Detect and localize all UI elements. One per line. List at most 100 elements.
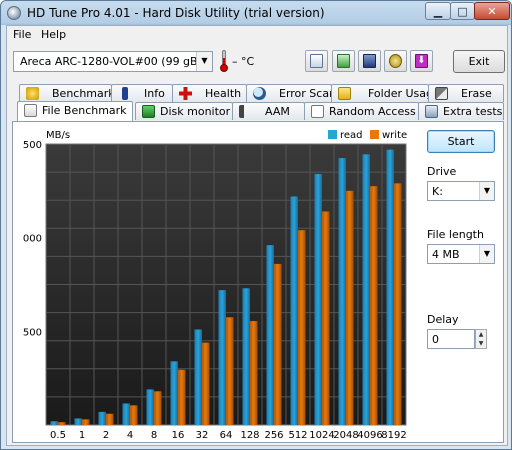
tab-disk-monitor[interactable]: Disk monitor: [135, 102, 233, 120]
copy-screenshot-button[interactable]: [332, 50, 355, 72]
bar-read: [98, 411, 106, 425]
bar-write: [58, 422, 66, 425]
client-area: File Help Areca ARC-1280-VOL#00 (99 gB) …: [6, 25, 508, 446]
bar-write: [274, 263, 282, 425]
benchmark-chart: 500 000 500 MB/s read write 0.5 1 2 4 8 16 32 64 128 25…: [23, 130, 407, 441]
y-axis-label: MB/s: [46, 130, 70, 141]
drive-label: Drive: [427, 165, 457, 178]
bar-read: [242, 288, 250, 425]
health-cross-icon: [179, 87, 192, 100]
tab-extra-tests[interactable]: Extra tests: [418, 102, 504, 120]
bar-write: [370, 186, 378, 425]
menu-file[interactable]: File: [13, 28, 31, 41]
drive-combo[interactable]: K: ▼: [427, 181, 495, 201]
bar-write: [106, 413, 114, 425]
x-tick-label: 4096: [357, 430, 382, 441]
legend-swatch-write: [370, 130, 379, 139]
tab-erase[interactable]: Erase: [428, 84, 504, 102]
file-benchmark-icon: [24, 104, 37, 117]
bar-read: [170, 361, 178, 425]
bar-write: [226, 317, 234, 425]
menu-bar: File Help: [7, 26, 507, 45]
bar-write: [394, 183, 402, 425]
bar-write: [202, 342, 210, 425]
title-bar[interactable]: HD Tune Pro 4.01 - Hard Disk Utility (tr…: [1, 1, 511, 25]
bar-read: [146, 389, 154, 425]
magnifier-icon: [253, 87, 266, 100]
file-length-combo[interactable]: 4 MB ▼: [427, 244, 495, 264]
minimize-button[interactable]: ▁: [425, 2, 451, 20]
file-length-label: File length: [427, 228, 484, 241]
options-button[interactable]: [384, 50, 407, 72]
y-tick-label: 500: [23, 327, 42, 338]
x-tick-label: 16: [172, 430, 185, 441]
bar-read: [386, 149, 394, 425]
legend-swatch-read: [328, 130, 337, 139]
bar-write: [82, 419, 90, 425]
x-tick-label: 0.5: [50, 430, 66, 441]
file-benchmark-panel: 500 000 500 MB/s read write 0.5 1 2 4 8 16 32 64 128 25…: [12, 121, 504, 443]
copy-text-icon: [310, 54, 323, 68]
y-tick-label: 000: [23, 234, 42, 245]
temperature-readout: – °C: [232, 55, 255, 68]
tab-benchmark[interactable]: Benchmark: [19, 84, 115, 102]
legend-label-read: read: [340, 130, 363, 141]
folder-icon: [338, 87, 351, 100]
x-tick-label: 8192: [381, 430, 406, 441]
legend-label-write: write: [382, 130, 407, 141]
minimize-icon: ▁: [433, 4, 443, 18]
bar-read: [362, 154, 370, 425]
bar-write: [250, 321, 258, 425]
delay-spinner[interactable]: ▲ ▼: [475, 329, 487, 349]
x-tick-label: 512: [288, 430, 307, 441]
tab-random-access[interactable]: Random Access: [304, 102, 419, 120]
x-tick-label: 1024: [309, 430, 334, 441]
options-icon: [389, 54, 402, 68]
bar-read: [122, 403, 130, 425]
thermometer-icon: [220, 50, 228, 72]
tab-info[interactable]: Info: [111, 84, 173, 102]
tab-folder-usage[interactable]: Folder Usage: [331, 84, 440, 102]
close-button[interactable]: ✕: [474, 2, 510, 20]
file-length-value: 4 MB: [432, 248, 460, 261]
copy-screenshot-icon: [337, 54, 350, 68]
bar-read: [338, 158, 346, 426]
tab-health[interactable]: Health: [172, 84, 247, 102]
spin-up-icon[interactable]: ▲: [476, 330, 486, 339]
spin-down-icon[interactable]: ▼: [476, 339, 486, 348]
y-tick-label: 500: [23, 140, 42, 151]
bar-read: [314, 173, 322, 425]
app-window: HD Tune Pro 4.01 - Hard Disk Utility (tr…: [0, 0, 512, 450]
extra-tests-icon: [425, 105, 438, 118]
x-tick-label: 1: [79, 430, 85, 441]
maximize-icon: □: [457, 4, 468, 18]
copy-text-button[interactable]: [305, 50, 328, 72]
bar-write: [298, 230, 306, 425]
benchmark-icon: [26, 87, 39, 100]
delay-label: Delay: [427, 313, 459, 326]
close-icon: ✕: [487, 4, 497, 18]
download-button[interactable]: ⬇: [410, 50, 433, 72]
bar-write: [178, 369, 186, 425]
tab-error-scan[interactable]: Error Scan: [246, 84, 336, 102]
bar-read: [218, 290, 226, 425]
x-tick-label: 8: [151, 430, 157, 441]
bar-write: [130, 405, 138, 425]
x-tick-label: 2: [103, 430, 109, 441]
x-tick-label: 256: [264, 430, 283, 441]
delay-input[interactable]: 0: [427, 329, 475, 349]
start-button[interactable]: Start: [427, 130, 495, 153]
download-arrow-icon: ⬇: [415, 54, 428, 68]
tab-file-benchmark[interactable]: File Benchmark: [17, 101, 133, 121]
eraser-icon: [435, 87, 448, 100]
chevron-down-icon: ▼: [479, 245, 494, 263]
x-tick-label: 2048: [333, 430, 358, 441]
x-tick-label: 128: [240, 430, 259, 441]
save-button[interactable]: [358, 50, 381, 72]
menu-help[interactable]: Help: [41, 28, 66, 41]
bar-read: [74, 418, 82, 425]
exit-button[interactable]: Exit: [453, 50, 505, 73]
tab-aam[interactable]: AAM: [232, 102, 305, 120]
maximize-button[interactable]: □: [450, 2, 475, 20]
drive-selector[interactable]: Areca ARC-1280-VOL#00 (99 gB) ▼: [13, 51, 213, 72]
